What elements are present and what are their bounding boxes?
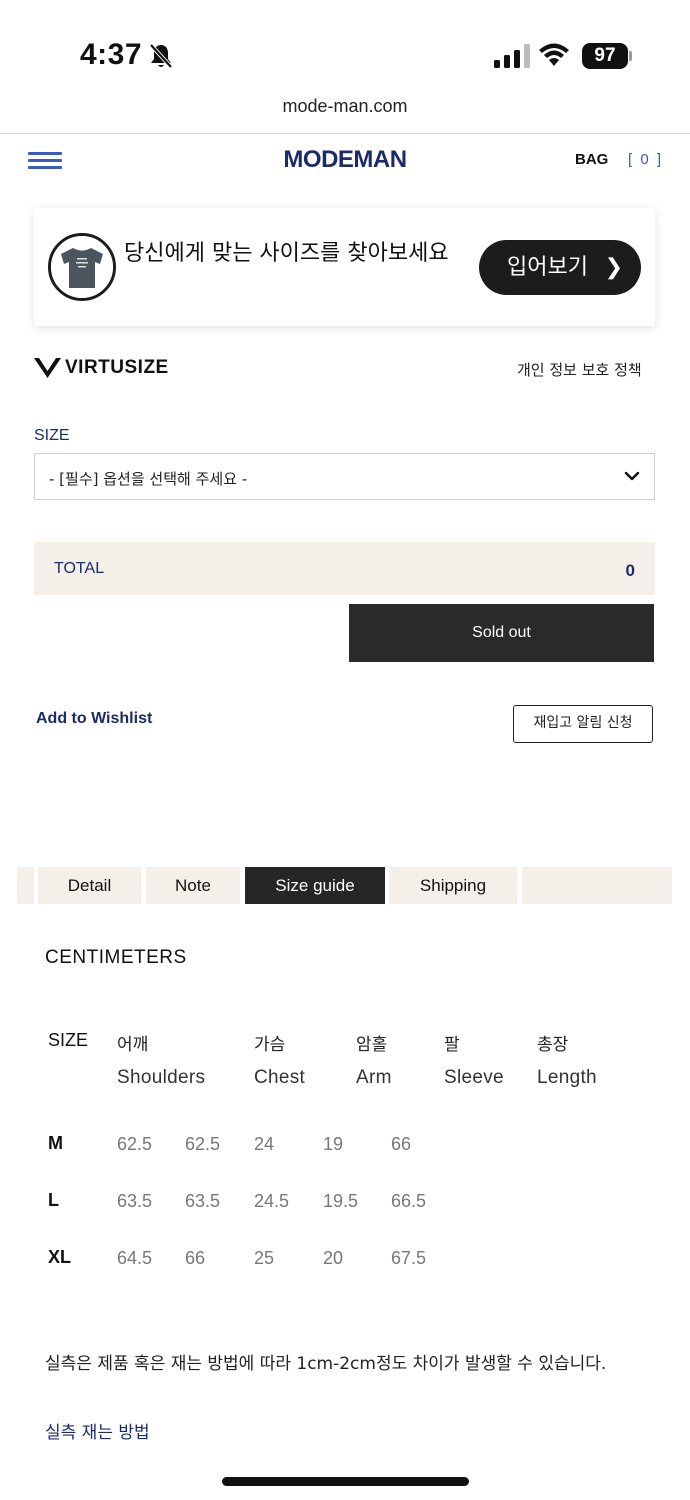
size-cell: 66.5 bbox=[391, 1191, 427, 1211]
chevron-down-icon bbox=[624, 471, 640, 481]
size-cell: 62.5 bbox=[185, 1134, 221, 1154]
virtusize-prompt: 당신에게 맞는 사이즈를 찾아보세요 bbox=[124, 241, 449, 266]
size-cell: 62.5 bbox=[117, 1134, 153, 1154]
size-cell: 24 bbox=[254, 1134, 275, 1154]
try-on-label: 입어보기 bbox=[507, 255, 588, 280]
status-time: 4:37 bbox=[80, 38, 143, 71]
virtusize-v-icon bbox=[34, 358, 61, 378]
column-header-en: Length bbox=[537, 1067, 597, 1088]
size-cell: 19 bbox=[323, 1134, 344, 1154]
tab-bar-spacer bbox=[522, 867, 672, 904]
restock-alert-button[interactable]: 재입고 알림 신청 bbox=[513, 705, 653, 743]
tab-shipping[interactable]: Shipping bbox=[389, 867, 517, 904]
size-cell: 19.5 bbox=[323, 1191, 359, 1211]
privacy-policy-link[interactable]: 개인 정보 보호 정책 bbox=[517, 359, 642, 380]
column-header-ko: 팔 bbox=[444, 1035, 460, 1055]
tab-note[interactable]: Note bbox=[146, 867, 240, 904]
virtusize-wordmark: VIRTUSIZE bbox=[65, 357, 169, 378]
size-cell: 66 bbox=[185, 1248, 206, 1268]
how-to-measure-link[interactable]: 실측 재는 방법 bbox=[45, 1418, 150, 1443]
size-cell: 63.5 bbox=[117, 1191, 153, 1211]
size-row-label: L bbox=[48, 1190, 59, 1210]
bag-count[interactable]: [ 0 ] bbox=[628, 151, 663, 168]
battery-indicator: 97 bbox=[582, 43, 628, 69]
virtusize-logo: VIRTUSIZE bbox=[34, 356, 169, 380]
bag-link[interactable]: BAG bbox=[575, 151, 608, 168]
size-cell: 63.5 bbox=[185, 1191, 221, 1211]
tab-size-guide[interactable]: Size guide bbox=[245, 867, 385, 904]
wifi-icon bbox=[539, 43, 569, 66]
column-header-en: Chest bbox=[254, 1067, 306, 1088]
column-header-en: Sleeve bbox=[444, 1067, 504, 1088]
size-cell: 20 bbox=[323, 1248, 344, 1268]
units-heading: CENTIMETERS bbox=[45, 947, 187, 968]
column-header-ko: 암홀 bbox=[356, 1035, 388, 1055]
virtusize-banner: 당신에게 맞는 사이즈를 찾아보세요 입어보기 ❯ bbox=[34, 208, 655, 326]
column-header-ko: 가슴 bbox=[254, 1035, 286, 1055]
product-thumbnail bbox=[48, 233, 116, 301]
size-cell: 66 bbox=[391, 1134, 412, 1154]
column-header-ko: 어깨 bbox=[117, 1035, 149, 1055]
column-header-ko: 총장 bbox=[537, 1035, 569, 1055]
tab-bar-spacer bbox=[17, 867, 34, 904]
browser-url[interactable]: mode-man.com bbox=[0, 96, 690, 117]
add-to-wishlist-link[interactable]: Add to Wishlist bbox=[36, 710, 152, 728]
size-row-label: XL bbox=[48, 1247, 72, 1267]
column-header-en: Shoulders bbox=[117, 1067, 206, 1088]
cellular-signal-icon bbox=[494, 44, 530, 68]
column-header-en: Arm bbox=[356, 1067, 392, 1088]
url-divider bbox=[0, 133, 690, 134]
battery-cap bbox=[629, 51, 632, 61]
tshirt-icon bbox=[51, 236, 113, 298]
chevron-right-icon: ❯ bbox=[604, 255, 623, 280]
size-row-label: M bbox=[48, 1133, 63, 1153]
size-select-value: - [필수] 옵션을 선택해 주세요 - bbox=[49, 470, 248, 488]
total-value: 0 bbox=[625, 561, 635, 580]
size-option-label: SIZE bbox=[34, 427, 70, 444]
tab-detail[interactable]: Detail bbox=[38, 867, 141, 904]
size-cell: 67.5 bbox=[391, 1248, 427, 1268]
home-indicator[interactable] bbox=[222, 1477, 469, 1486]
try-on-button[interactable]: 입어보기 ❯ bbox=[479, 240, 641, 295]
total-row: TOTAL 0 bbox=[34, 542, 655, 595]
size-column-header: SIZE bbox=[48, 1030, 89, 1050]
sold-out-button[interactable]: Sold out bbox=[349, 604, 654, 662]
bell-muted-icon bbox=[149, 43, 173, 69]
total-label: TOTAL bbox=[54, 560, 105, 577]
size-select[interactable]: - [필수] 옵션을 선택해 주세요 - bbox=[34, 453, 655, 500]
size-cell: 64.5 bbox=[117, 1248, 153, 1268]
measurement-note: 실측은 제품 혹은 재는 방법에 따라 1cm-2cm정도 차이가 발생할 수 … bbox=[45, 1354, 607, 1374]
status-bar: 4:37 97 bbox=[0, 0, 690, 100]
size-cell: 25 bbox=[254, 1248, 275, 1268]
size-cell: 24.5 bbox=[254, 1191, 290, 1211]
